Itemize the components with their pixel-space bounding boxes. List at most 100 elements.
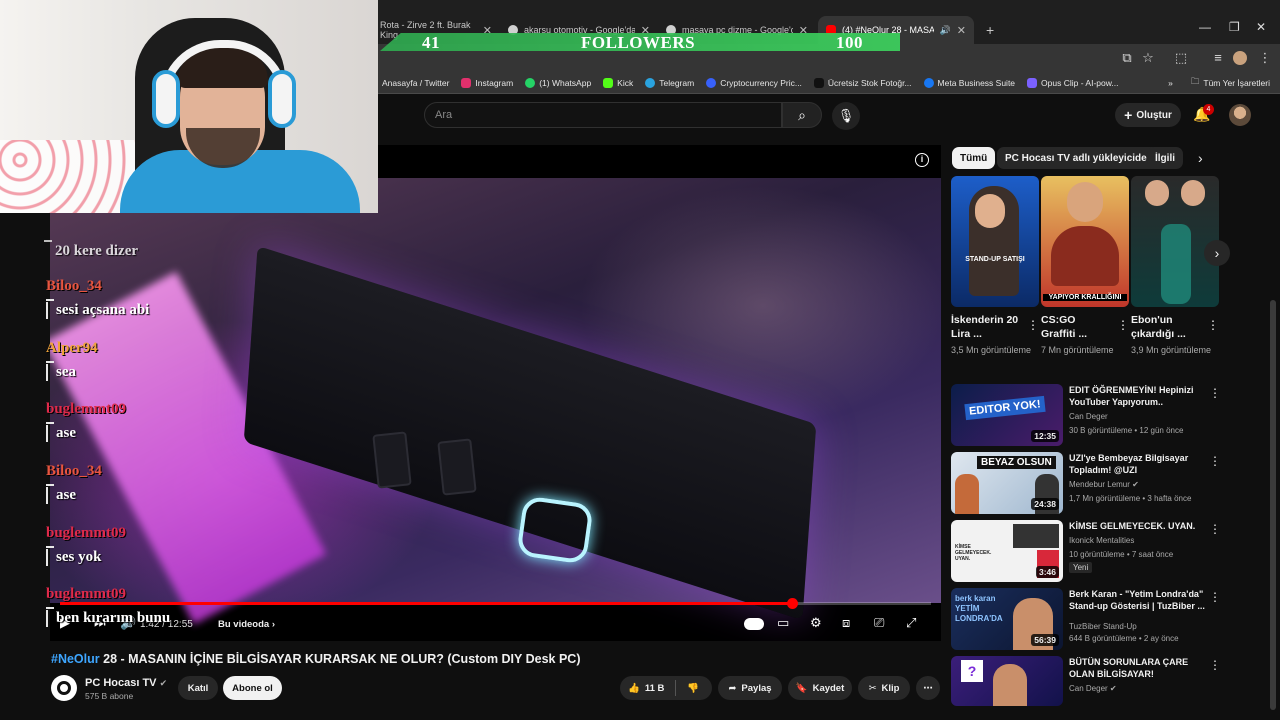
recommended-video[interactable]: ? BÜTÜN SORUNLARA ÇARE OLAN BİLGİSAYAR! … — [951, 656, 1231, 706]
video-hashtag[interactable]: #NeOlur — [51, 652, 100, 666]
telegram-icon — [645, 77, 656, 88]
profile-icon[interactable] — [1233, 51, 1247, 65]
chat-message: buglemmt09 ses yok — [46, 521, 306, 583]
short-item[interactable]: STAND-UP SATIŞI İskenderin 20 Lira ... 3… — [951, 176, 1039, 357]
search-input[interactable]: Ara — [424, 102, 782, 128]
new-tab-button[interactable]: + — [978, 16, 1002, 44]
page-scrollbar[interactable] — [1270, 300, 1276, 710]
video-channel[interactable]: Mendebur Lemur ✔ — [1069, 480, 1139, 489]
recommended-video[interactable]: BEYAZ OLSUN 24:38 UZI'ye Bembeyaz Bilgis… — [951, 452, 1231, 514]
search-button[interactable]: ⌕ — [782, 102, 822, 128]
coinmarketcap-icon — [706, 77, 717, 88]
followers-current: 41 — [422, 33, 440, 52]
channel-name[interactable]: PC Hocası TV ✔ — [85, 677, 167, 689]
glowing-logo — [516, 495, 594, 565]
extensions-icon[interactable]: ⬚ — [1173, 50, 1189, 66]
create-button[interactable]: + Oluştur — [1115, 103, 1181, 127]
bookmark-meta[interactable]: Meta Business Suite — [923, 77, 1015, 88]
bookmark-instagram[interactable]: Instagram — [461, 77, 513, 88]
bookmark-star-icon[interactable]: ☆ — [1140, 50, 1156, 66]
more-vertical-icon[interactable]: ⋮ — [1117, 318, 1129, 332]
video-channel[interactable]: Ikonick Mentalities — [1069, 536, 1134, 545]
stock-photo-icon — [813, 77, 824, 88]
install-app-icon[interactable]: ⧉ — [1119, 50, 1135, 66]
short-thumbnail[interactable] — [1131, 176, 1219, 307]
power-icon — [57, 681, 71, 695]
microphone-icon: 🎙 — [837, 108, 855, 123]
bookmark-kick[interactable]: Kick — [603, 77, 633, 88]
video-channel[interactable]: Can Deger — [1069, 412, 1108, 421]
voice-search-button[interactable]: 🎙 — [832, 102, 860, 130]
clip-button[interactable]: ✂ Klip — [858, 676, 910, 700]
more-vertical-icon[interactable]: ⋮ — [1209, 454, 1221, 468]
like-button[interactable]: 👍 11 B — [628, 683, 664, 694]
save-button[interactable]: 🔖 Kaydet — [788, 676, 852, 700]
video-thumbnail[interactable]: berk karan YETİM LONDRA'DA 56:39 — [951, 588, 1063, 650]
fullscreen-icon[interactable]: ⤢ — [906, 615, 916, 631]
share-button[interactable]: ➦ Paylaş — [718, 676, 782, 700]
video-duration: 12:35 — [1031, 430, 1059, 442]
join-button[interactable]: Katıl — [178, 676, 218, 700]
video-meta: 1,7 Mn görüntüleme • 3 hafta önce — [1069, 494, 1192, 503]
chip-related[interactable]: İlgili — [1147, 147, 1183, 169]
settings-gear-icon[interactable]: ⚙ — [810, 615, 822, 631]
video-channel[interactable]: Can Deger ✔ — [1069, 684, 1117, 693]
video-duration: 3:46 — [1035, 566, 1059, 578]
more-actions-button[interactable]: ⋯ — [916, 676, 940, 700]
bookmarks-overflow-button[interactable]: » — [1168, 78, 1173, 88]
more-vertical-icon[interactable]: ⋮ — [1209, 590, 1221, 604]
minimize-icon[interactable]: — — [1199, 20, 1211, 34]
video-thumbnail[interactable]: ? — [951, 656, 1063, 706]
more-vertical-icon[interactable]: ⋮ — [1209, 522, 1221, 536]
bookmark-whatsapp[interactable]: (1) WhatsApp — [525, 77, 591, 88]
all-bookmarks-button[interactable]: 🗀 Tüm Yer İşaretleri — [1191, 76, 1270, 90]
video-channel[interactable]: TuzBiber Stand-Up — [1069, 622, 1137, 631]
recommended-video[interactable]: berk karan YETİM LONDRA'DA 56:39 Berk Ka… — [951, 588, 1231, 650]
bookmark-telegram[interactable]: Telegram — [645, 77, 694, 88]
bookmark-stock-photo[interactable]: Ücretsiz Stok Fotoğr... — [813, 77, 912, 88]
subscribe-button[interactable]: Abone ol — [223, 676, 282, 700]
more-vertical-icon[interactable]: ⋮ — [1027, 318, 1039, 332]
autoplay-toggle[interactable] — [744, 618, 764, 630]
chip-all[interactable]: Tümü — [952, 147, 996, 169]
more-horizontal-icon: ⋯ — [923, 682, 933, 694]
restore-icon[interactable]: ❐ — [1229, 20, 1240, 34]
scissors-icon: ✂ — [868, 682, 877, 694]
chat-username: buglemmt09 — [46, 401, 126, 418]
video-title: #NeOlur 28 - MASANIN İÇİNE BİLGİSAYAR KU… — [51, 652, 581, 666]
short-thumbnail[interactable]: STAND-UP SATIŞI — [951, 176, 1039, 307]
info-icon[interactable]: i — [915, 153, 929, 167]
short-item[interactable]: YAPIYOR KRALLIĞINI CS:GO Graffiti ... 7 … — [1041, 176, 1129, 357]
subtitles-icon[interactable]: ▭ — [777, 615, 789, 631]
channel-avatar[interactable] — [51, 675, 77, 701]
browser-menu-icon[interactable]: ⋮ — [1257, 50, 1273, 66]
more-vertical-icon[interactable]: ⋮ — [1209, 386, 1221, 400]
video-thumbnail[interactable]: BEYAZ OLSUN 24:38 — [951, 452, 1063, 514]
close-window-icon[interactable]: ✕ — [1256, 20, 1266, 34]
recommended-video[interactable]: KİMSE GELMEYECEK. UYAN. 3:46 KİMSE GELME… — [951, 520, 1231, 582]
media-control-icon[interactable]: ≡ — [1210, 50, 1226, 66]
account-avatar[interactable] — [1229, 104, 1251, 126]
recommended-video[interactable]: EDITOR YOK! 12:35 EDIT ÖĞRENMEYİN! Hepin… — [951, 384, 1231, 446]
bookmark-opus-clip[interactable]: Opus Clip - AI-pow... — [1027, 77, 1119, 88]
more-vertical-icon[interactable]: ⋮ — [1209, 658, 1221, 672]
miniplayer-icon[interactable]: ⧈ — [842, 615, 850, 631]
notification-count-badge: 4 — [1203, 104, 1214, 115]
short-thumbnail[interactable]: YAPIYOR KRALLIĞINI — [1041, 176, 1129, 307]
bookmark-coinmarketcap[interactable]: Cryptocurrency Pric... — [706, 77, 802, 88]
dislike-button[interactable]: 👎 — [687, 683, 699, 694]
shorts-next-chevron-icon[interactable]: › — [1204, 240, 1230, 266]
subscriber-count: 575 B abone — [85, 691, 134, 701]
more-vertical-icon[interactable]: ⋮ — [1207, 318, 1219, 332]
chip-from-uploader[interactable]: PC Hocası TV adlı yükleyiciden — [997, 147, 1161, 169]
followers-goal-overlay: 41 FOLLOWERS 100 — [378, 30, 900, 54]
short-item[interactable]: Ebon'un çıkardığı ... 3,9 Mn görüntüleme… — [1131, 176, 1219, 357]
video-thumbnail[interactable]: KİMSE GELMEYECEK. UYAN. 3:46 — [951, 520, 1063, 582]
bookmark-twitter[interactable]: Anasayfa / Twitter — [382, 78, 449, 88]
cast-icon[interactable]: ⎚ — [874, 615, 884, 631]
speaker-icon[interactable]: 🔊 — [940, 25, 951, 36]
video-thumbnail[interactable]: EDITOR YOK! 12:35 — [951, 384, 1063, 446]
thumb-text: BEYAZ OLSUN — [977, 456, 1056, 469]
close-tab-icon[interactable]: ✕ — [957, 24, 966, 37]
chips-next-chevron-icon[interactable]: › — [1198, 150, 1203, 166]
